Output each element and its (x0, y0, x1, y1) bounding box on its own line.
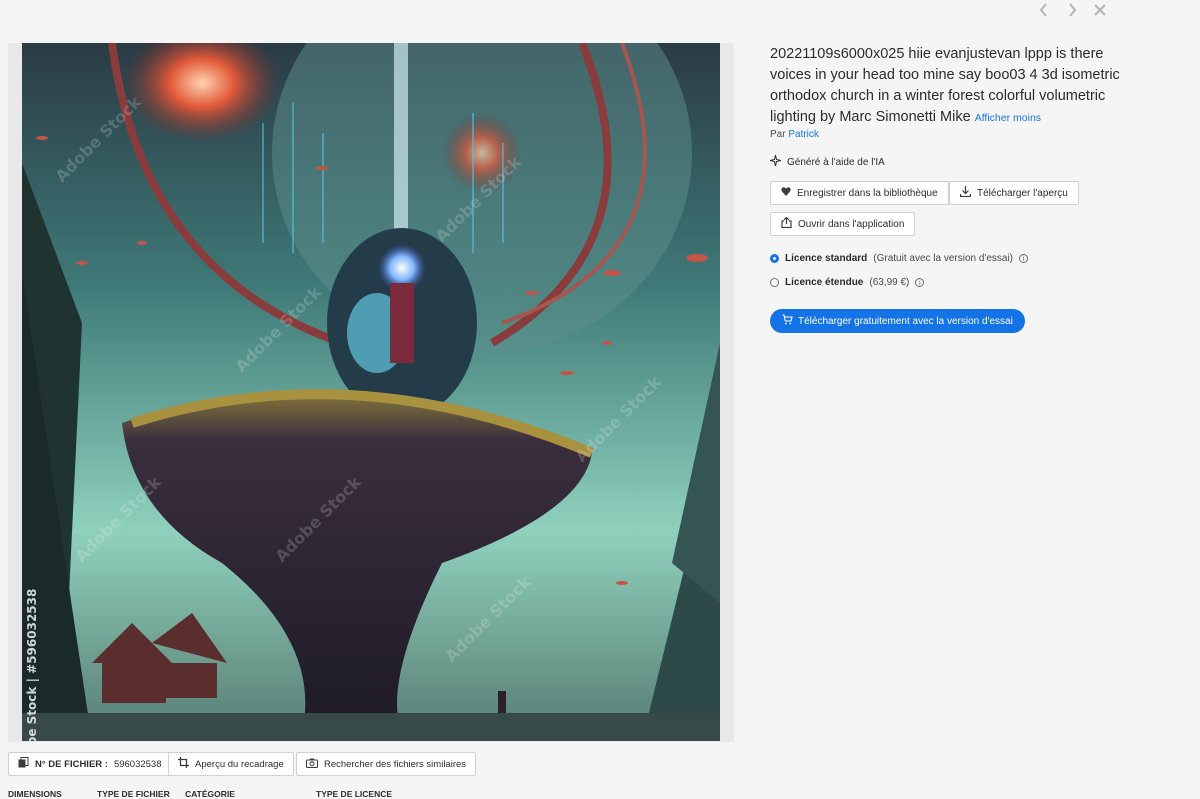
info-icon[interactable]: i (915, 278, 925, 287)
file-number-box: N° DE FICHIER : 596032538 (8, 752, 172, 776)
file-icon (18, 757, 29, 771)
watermark-id: Adobe Stock | #596032538 (25, 588, 39, 741)
chevron-right-icon[interactable] (1064, 2, 1080, 18)
stock-image[interactable]: Adobe Stock Adobe Stock Adobe Stock Adob… (22, 43, 720, 741)
find-similar-label: Rechercher des fichiers similaires (324, 758, 467, 770)
license-extended-option[interactable]: Licence étendue (63,99 €) i (770, 277, 925, 288)
find-similar-button[interactable]: Rechercher des fichiers similaires (296, 752, 477, 776)
ai-label-text: Généré à l'aide de l'IA (787, 156, 885, 168)
title-text: 20221109s6000x025 hiie evanjustevan lppp… (770, 46, 1120, 125)
heart-icon (781, 187, 791, 199)
file-number-label: N° DE FICHIER : (35, 758, 108, 770)
cart-icon (782, 314, 793, 328)
ai-generated-label: Généré à l'aide de l'IA (769, 154, 885, 169)
asset-title: 20221109s6000x025 hiie evanjustevan lppp… (770, 44, 1120, 129)
download-icon (959, 186, 972, 200)
license-extended-name: Licence étendue (785, 277, 864, 288)
by-label: Par (770, 129, 786, 140)
download-preview-label: Télécharger l'aperçu (977, 187, 1068, 199)
cta-label: Télécharger gratuitement avec la version… (798, 315, 1013, 327)
info-icon[interactable]: i (1019, 254, 1029, 263)
license-extended-radio[interactable] (770, 278, 779, 287)
crop-preview-label: Aperçu du recadrage (195, 758, 284, 770)
license-standard-name: Licence standard (785, 253, 868, 264)
close-icon[interactable] (1092, 2, 1108, 18)
license-extended-note: (63,99 €) (869, 277, 910, 288)
download-preview-button[interactable]: Télécharger l'aperçu (949, 181, 1079, 205)
crop-preview-button[interactable]: Aperçu du recadrage (168, 752, 294, 776)
open-in-app-label: Ouvrir dans l'application (798, 218, 905, 230)
open-in-app-button[interactable]: Ouvrir dans l'application (770, 212, 916, 236)
save-to-library-button[interactable]: Enregistrer dans la bibliothèque (770, 181, 949, 205)
ai-sparkle-icon (769, 154, 782, 169)
author-line: Par Patrick (770, 129, 819, 140)
share-icon (781, 216, 792, 231)
file-number-value: 596032538 (113, 758, 162, 770)
show-less-link[interactable]: Afficher moins (975, 112, 1041, 124)
author-link[interactable]: Patrick (788, 129, 819, 140)
license-standard-note: (Gratuit avec la version d'essai) (873, 253, 1014, 264)
save-to-library-label: Enregistrer dans la bibliothèque (797, 187, 938, 199)
crop-icon (178, 757, 189, 771)
camera-icon (306, 758, 318, 771)
fantasy-artwork-illustration: Adobe Stock Adobe Stock Adobe Stock Adob… (22, 43, 720, 741)
chevron-left-icon[interactable] (1036, 2, 1052, 18)
license-standard-option[interactable]: Licence standard (Gratuit avec la versio… (770, 253, 1029, 264)
free-trial-download-button[interactable]: Télécharger gratuitement avec la version… (770, 309, 1025, 333)
license-standard-radio[interactable] (770, 254, 779, 263)
nav-controls (1036, 0, 1108, 20)
